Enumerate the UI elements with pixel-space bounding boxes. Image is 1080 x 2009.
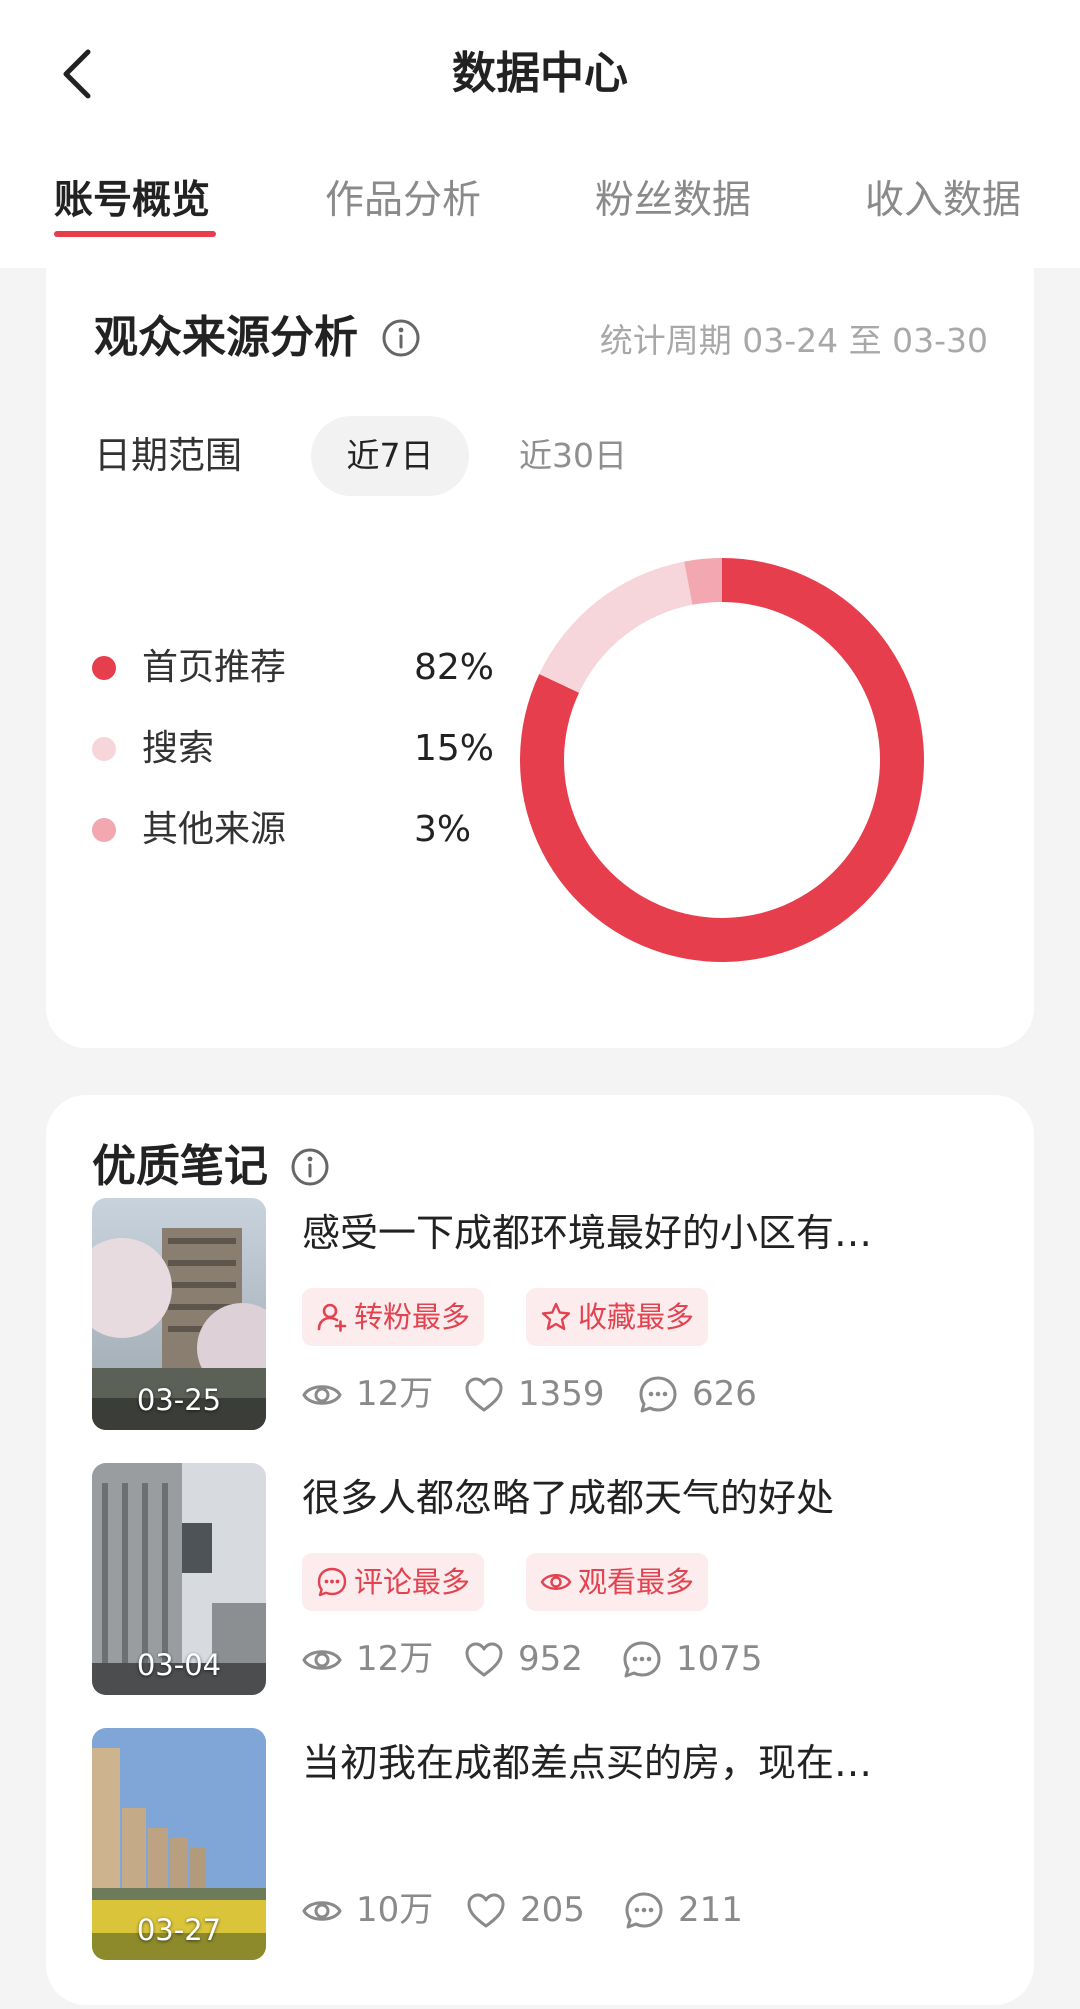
eye-icon bbox=[540, 1574, 572, 1590]
badge-most-follows: 转粉最多 bbox=[302, 1288, 485, 1346]
likes-count: 952 bbox=[518, 1639, 583, 1679]
eye-icon bbox=[302, 1385, 342, 1405]
badge-label: 转粉最多 bbox=[354, 1300, 471, 1334]
note-item[interactable]: 03-27 当初我在成都差点买的房，现在… 10万 205 211 bbox=[92, 1728, 992, 1960]
card-title: 优质笔记 bbox=[92, 1141, 268, 1192]
heart-icon bbox=[465, 1642, 503, 1677]
views-count: 12万 bbox=[356, 1374, 434, 1414]
legend-dot bbox=[92, 656, 116, 680]
badge-most-saves: 收藏最多 bbox=[526, 1288, 709, 1346]
note-title[interactable]: 当初我在成都差点买的房，现在… bbox=[302, 1734, 942, 1792]
top-bar: 数据中心 账号概览 作品分析 粉丝数据 收入数据 bbox=[0, 0, 1080, 268]
quality-notes-card: 优质笔记 03-25 感受一下成都环境最好的小区有… 转粉最多 收藏最多 12万… bbox=[46, 1095, 1034, 2005]
tab-fan-data[interactable]: 粉丝数据 bbox=[595, 172, 751, 230]
legend-label: 搜索 bbox=[142, 728, 215, 769]
comment-icon bbox=[317, 1567, 347, 1597]
range-7-days-chip[interactable]: 近7日 bbox=[311, 416, 469, 496]
likes-count: 1359 bbox=[518, 1374, 605, 1414]
date-range-label: 日期范围 bbox=[94, 434, 242, 477]
legend-dot bbox=[92, 818, 116, 842]
audience-source-card: 观众来源分析 统计周期 03-24 至 03-30 日期范围 近7日 近30日 … bbox=[46, 268, 1034, 1048]
note-date: 03-27 bbox=[136, 1913, 222, 1947]
note-stats: 10万 205 211 bbox=[302, 1882, 962, 1938]
source-donut-chart bbox=[520, 558, 924, 962]
badge-label: 收藏最多 bbox=[578, 1300, 695, 1334]
legend-dot bbox=[92, 737, 116, 761]
stat-period: 统计周期 03-24 至 03-30 bbox=[599, 321, 988, 360]
star-icon bbox=[541, 1302, 571, 1330]
tab-income-data[interactable]: 收入数据 bbox=[865, 172, 1021, 230]
comment-icon bbox=[639, 1376, 677, 1413]
comments-count: 211 bbox=[678, 1890, 743, 1930]
note-date: 03-25 bbox=[136, 1383, 222, 1417]
legend-percent: 82% bbox=[414, 647, 495, 688]
page-title: 数据中心 bbox=[452, 48, 628, 99]
note-title[interactable]: 很多人都忽略了成都天气的好处 bbox=[302, 1469, 942, 1527]
tab-work-analysis[interactable]: 作品分析 bbox=[325, 172, 481, 230]
note-stats: 12万 952 1075 bbox=[302, 1631, 962, 1687]
range-30-days-chip[interactable]: 近30日 bbox=[494, 416, 652, 496]
views-count: 12万 bbox=[356, 1639, 434, 1679]
eye-icon bbox=[302, 1650, 342, 1670]
comment-icon bbox=[625, 1892, 663, 1929]
note-thumbnail[interactable]: 03-25 bbox=[92, 1198, 266, 1430]
donut-slice-2 bbox=[539, 561, 693, 693]
legend-label: 首页推荐 bbox=[142, 647, 287, 688]
badge-most-views: 观看最多 bbox=[526, 1553, 709, 1611]
tab-account-overview[interactable]: 账号概览 bbox=[54, 172, 210, 230]
tab-active-indicator bbox=[54, 231, 216, 237]
legend-label: 其他来源 bbox=[142, 809, 287, 850]
note-item[interactable]: 03-25 感受一下成都环境最好的小区有… 转粉最多 收藏最多 12万 1359 bbox=[92, 1198, 992, 1430]
user-plus-icon bbox=[317, 1303, 347, 1332]
heart-icon bbox=[465, 1377, 503, 1412]
info-icon[interactable] bbox=[290, 1147, 330, 1187]
eye-icon bbox=[302, 1901, 342, 1921]
note-stats: 12万 1359 626 bbox=[302, 1366, 962, 1422]
badge-most-comments: 评论最多 bbox=[302, 1553, 485, 1611]
info-icon[interactable] bbox=[381, 318, 421, 358]
note-date: 03-04 bbox=[136, 1648, 222, 1682]
note-thumbnail[interactable]: 03-04 bbox=[92, 1463, 266, 1695]
comments-count: 1075 bbox=[676, 1639, 763, 1679]
likes-count: 205 bbox=[520, 1890, 585, 1930]
heart-icon bbox=[467, 1893, 505, 1928]
note-title[interactable]: 感受一下成都环境最好的小区有… bbox=[302, 1204, 942, 1262]
badge-label: 评论最多 bbox=[354, 1565, 471, 1599]
card-title: 观众来源分析 bbox=[94, 312, 358, 363]
views-count: 10万 bbox=[356, 1890, 434, 1930]
comment-icon bbox=[623, 1641, 661, 1678]
note-item[interactable]: 03-04 很多人都忽略了成都天气的好处 评论最多 观看最多 12万 952 1… bbox=[92, 1463, 992, 1695]
comments-count: 626 bbox=[692, 1374, 757, 1414]
legend-percent: 3% bbox=[414, 809, 472, 850]
note-thumbnail[interactable]: 03-27 bbox=[92, 1728, 266, 1960]
badge-label: 观看最多 bbox=[578, 1565, 695, 1599]
legend-percent: 15% bbox=[414, 728, 495, 769]
